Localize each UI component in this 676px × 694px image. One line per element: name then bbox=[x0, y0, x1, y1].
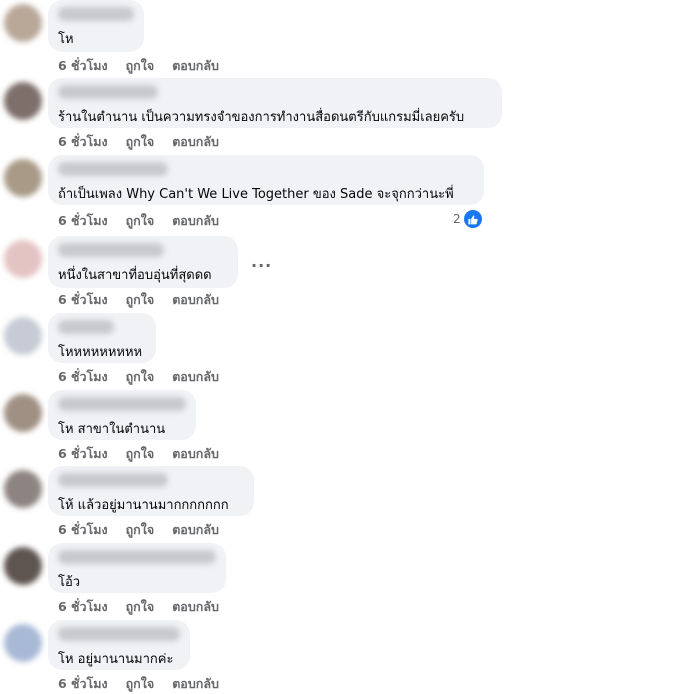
commenter-name[interactable] bbox=[58, 627, 180, 641]
comment-actions: 6 ชั่วโมง ถูกใจ ตอบกลับ bbox=[58, 674, 237, 694]
comment-bubble: โหหหหหหหหห bbox=[48, 313, 156, 363]
comment-text: โห สาขาในตำนาน bbox=[58, 422, 166, 437]
comment-timestamp[interactable]: 6 ชั่วโมง bbox=[58, 522, 108, 537]
comment-text: หนึ่งในสาขาที่อบอุ่นที่สุดดด bbox=[58, 268, 212, 283]
commenter-avatar[interactable] bbox=[4, 624, 42, 662]
comment-text: โห อยู่มานานมากค่ะ bbox=[58, 652, 174, 667]
comment-bubble: โห อยู่มานานมากค่ะ bbox=[48, 620, 190, 670]
comment-actions: 6 ชั่วโมง ถูกใจ ตอบกลับ bbox=[58, 367, 237, 387]
commenter-avatar[interactable] bbox=[4, 394, 42, 432]
like-link[interactable]: ถูกใจ bbox=[126, 292, 155, 307]
commenter-name[interactable] bbox=[58, 397, 186, 411]
comment-actions: 6 ชั่วโมง ถูกใจ ตอบกลับ bbox=[58, 597, 237, 617]
comment-bubble: หนึ่งในสาขาที่อบอุ่นที่สุดดด bbox=[48, 236, 238, 288]
like-link[interactable]: ถูกใจ bbox=[126, 369, 155, 384]
reply-link[interactable]: ตอบกลับ bbox=[172, 134, 219, 149]
comment-text: โห bbox=[58, 32, 74, 47]
commenter-name[interactable] bbox=[58, 243, 164, 257]
comment-timestamp[interactable]: 6 ชั่วโมง bbox=[58, 369, 108, 384]
comment-text: โอ้ว bbox=[58, 575, 81, 590]
reaction-summary[interactable]: 2 bbox=[453, 210, 482, 228]
comment-text: โหหหหหหหหห bbox=[58, 345, 143, 360]
reaction-count: 2 bbox=[453, 212, 461, 226]
comment-actions: 6 ชั่วโมง ถูกใจ ตอบกลับ bbox=[58, 520, 237, 540]
comment-timestamp[interactable]: 6 ชั่วโมง bbox=[58, 676, 108, 691]
more-options-button[interactable]: ... bbox=[251, 252, 272, 271]
comment-timestamp[interactable]: 6 ชั่วโมง bbox=[58, 58, 108, 73]
comment-bubble: ถ้าเป็นเพลง Why Can't We Live Together ข… bbox=[48, 155, 484, 205]
like-icon bbox=[463, 210, 482, 228]
like-link[interactable]: ถูกใจ bbox=[126, 599, 155, 614]
comment-bubble: โห สาขาในตำนาน bbox=[48, 390, 196, 440]
reply-link[interactable]: ตอบกลับ bbox=[172, 292, 219, 307]
comment-bubble: โอ้ว bbox=[48, 543, 226, 593]
comment-timestamp[interactable]: 6 ชั่วโมง bbox=[58, 599, 108, 614]
commenter-avatar[interactable] bbox=[4, 547, 42, 585]
reply-link[interactable]: ตอบกลับ bbox=[172, 58, 219, 73]
like-link[interactable]: ถูกใจ bbox=[126, 134, 155, 149]
reply-link[interactable]: ตอบกลับ bbox=[172, 599, 219, 614]
comment-actions: 6 ชั่วโมง ถูกใจ ตอบกลับ bbox=[58, 132, 237, 152]
commenter-avatar[interactable] bbox=[4, 159, 42, 197]
comment-bubble: โห้ แล้วอยู่มานานมากกกกกกก bbox=[48, 466, 254, 516]
reply-link[interactable]: ตอบกลับ bbox=[172, 213, 219, 228]
reply-link[interactable]: ตอบกลับ bbox=[172, 369, 219, 384]
comment-timestamp[interactable]: 6 ชั่วโมง bbox=[58, 134, 108, 149]
comment-actions: 6 ชั่วโมง ถูกใจ ตอบกลับ bbox=[58, 444, 237, 464]
commenter-avatar[interactable] bbox=[4, 82, 42, 120]
comment-actions: 6 ชั่วโมง ถูกใจ ตอบกลับ bbox=[58, 56, 237, 76]
commenter-name[interactable] bbox=[58, 320, 114, 334]
comment-text: โห้ แล้วอยู่มานานมากกกกกกก bbox=[58, 498, 229, 513]
comment-text: ร้านในตำนาน เป็นความทรงจำของการทำงานสื่อ… bbox=[58, 110, 465, 125]
like-link[interactable]: ถูกใจ bbox=[126, 58, 155, 73]
reply-link[interactable]: ตอบกลับ bbox=[172, 446, 219, 461]
commenter-name[interactable] bbox=[58, 7, 134, 21]
like-link[interactable]: ถูกใจ bbox=[126, 446, 155, 461]
commenter-avatar[interactable] bbox=[4, 240, 42, 278]
commenter-name[interactable] bbox=[58, 162, 168, 176]
comment-bubble: ร้านในตำนาน เป็นความทรงจำของการทำงานสื่อ… bbox=[48, 78, 502, 128]
comment-actions: 6 ชั่วโมง ถูกใจ ตอบกลับ bbox=[58, 290, 237, 310]
comment-timestamp[interactable]: 6 ชั่วโมง bbox=[58, 446, 108, 461]
commenter-name[interactable] bbox=[58, 85, 158, 99]
comment-bubble: โห bbox=[48, 0, 144, 52]
reply-link[interactable]: ตอบกลับ bbox=[172, 522, 219, 537]
comment-timestamp[interactable]: 6 ชั่วโมง bbox=[58, 292, 108, 307]
comment-actions: 6 ชั่วโมง ถูกใจ ตอบกลับ bbox=[58, 211, 237, 231]
like-link[interactable]: ถูกใจ bbox=[126, 522, 155, 537]
commenter-avatar[interactable] bbox=[4, 470, 42, 508]
reply-link[interactable]: ตอบกลับ bbox=[172, 676, 219, 691]
comment-timestamp[interactable]: 6 ชั่วโมง bbox=[58, 213, 108, 228]
comment-text: ถ้าเป็นเพลง Why Can't We Live Together ข… bbox=[58, 187, 454, 202]
commenter-name[interactable] bbox=[58, 473, 168, 487]
commenter-avatar[interactable] bbox=[4, 317, 42, 355]
commenter-name[interactable] bbox=[58, 550, 216, 564]
like-link[interactable]: ถูกใจ bbox=[126, 676, 155, 691]
like-link[interactable]: ถูกใจ bbox=[126, 213, 155, 228]
commenter-avatar[interactable] bbox=[4, 4, 42, 42]
